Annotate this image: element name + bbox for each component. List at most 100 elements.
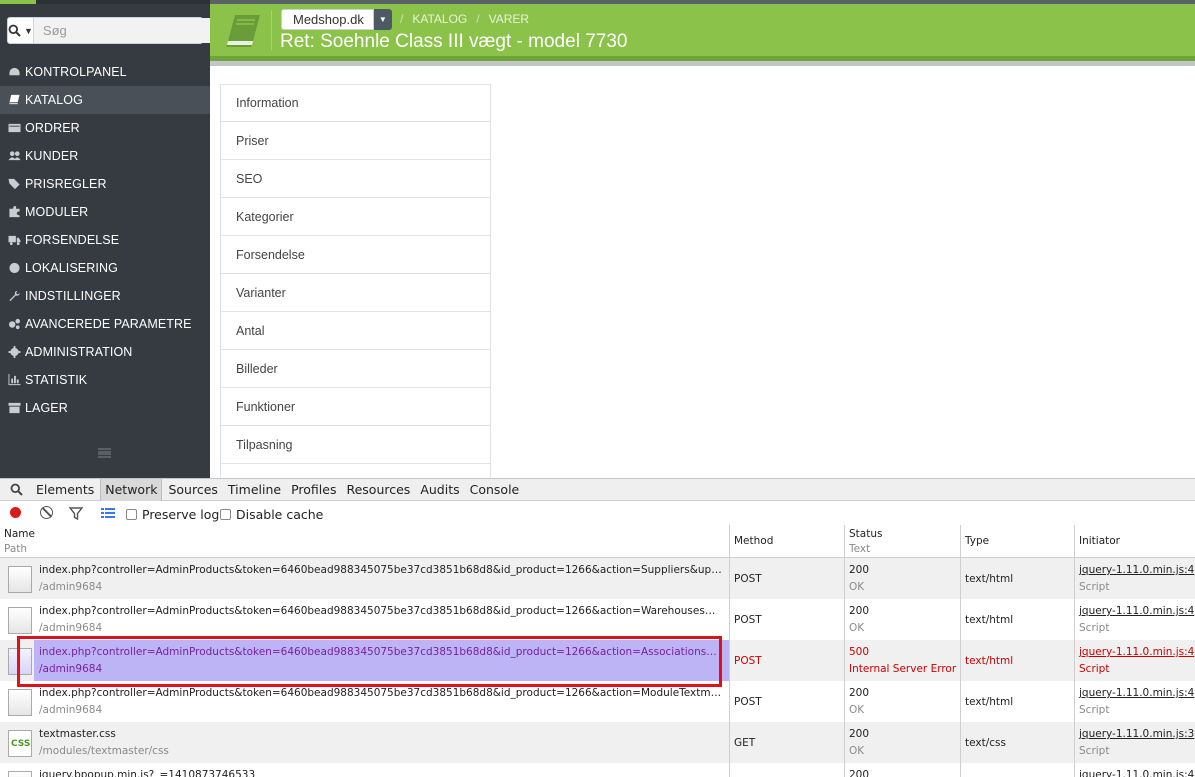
breadcrumb-item-katalog[interactable]: KATALOG: [412, 12, 467, 26]
product-tab-billeder[interactable]: Billeder: [221, 350, 490, 388]
request-name[interactable]: index.php?controller=AdminProducts&token…: [39, 687, 723, 699]
request-initiator-link[interactable]: jquery-1.11.0.min.js:4: [1079, 564, 1194, 576]
request-name[interactable]: index.php?controller=AdminProducts&token…: [39, 605, 723, 617]
preserve-log-checkbox[interactable]: Preserve log: [126, 507, 219, 522]
request-status: 200: [849, 564, 870, 576]
product-tab-kategorier[interactable]: Kategorier: [221, 198, 490, 236]
sidebar-item-prisregler[interactable]: PRISREGLER: [0, 170, 210, 198]
product-tab-antal[interactable]: Antal: [221, 312, 490, 350]
product-tab-information[interactable]: Information: [221, 85, 490, 122]
chevron-down-icon[interactable]: ▼: [373, 9, 392, 30]
request-initiator-link[interactable]: jquery-1.11.0.min.js:4: [1079, 605, 1194, 617]
request-initiator-link[interactable]: jquery-1.11.0.min.js:3: [1079, 728, 1194, 740]
col-type[interactable]: Type: [965, 535, 989, 547]
product-tab-tilpasning[interactable]: Tilpasning: [221, 426, 490, 464]
inspect-search-icon[interactable]: [4, 479, 28, 501]
globe-icon: [9, 262, 20, 274]
page-title: Ret: Soehnle Class III vægt - model 7730: [280, 31, 628, 52]
request-initiator-link[interactable]: jquery-1.11.0.min.js:4: [1079, 769, 1194, 777]
request-name[interactable]: textmaster.css: [39, 728, 723, 740]
sidebar-item-indstillinger[interactable]: INDSTILLINGER: [0, 282, 210, 310]
table-row[interactable]: index.php?controller=AdminProducts&token…: [0, 640, 1195, 681]
request-method: POST: [734, 655, 762, 667]
sidebar-item-forsendelse[interactable]: FORSENDELSE: [0, 226, 210, 254]
breadcrumb-item-varer[interactable]: VARER: [489, 12, 529, 26]
filter-icon[interactable]: [69, 507, 83, 520]
table-row[interactable]: CSS textmaster.css/modules/textmaster/css…: [0, 722, 1195, 763]
request-path: /admin9684: [39, 622, 103, 634]
sidebar-item-kunder[interactable]: KUNDER: [0, 142, 210, 170]
sidebar-item-moduler[interactable]: MODULER: [0, 198, 210, 226]
product-tab-forsendelse[interactable]: Forsendelse: [221, 236, 490, 274]
list-view-icon[interactable]: [101, 507, 115, 519]
sidebar-item-kontrolpanel[interactable]: KONTROLPANEL: [0, 58, 210, 86]
request-initiator-type: Script: [1079, 622, 1110, 634]
sidebar: ▼ KONTROLPANEL KATALOG ORDRER KUNDER PRISREG…: [0, 0, 219, 478]
request-status: 200: [849, 769, 870, 777]
sidebar-item-label: INDSTILLINGER: [25, 289, 121, 303]
table-row[interactable]: jquery.bpopup.min.js?_=1410873746533 200 j…: [0, 763, 1195, 777]
table-row[interactable]: index.php?controller=AdminProducts&token…: [0, 558, 1195, 599]
table-row[interactable]: index.php?controller=AdminProducts&token…: [0, 599, 1195, 640]
devtools-tab-network[interactable]: Network: [100, 478, 163, 501]
request-name[interactable]: index.php?controller=AdminProducts&token…: [39, 564, 723, 576]
request-status: 200: [849, 687, 870, 699]
col-name[interactable]: Name: [4, 528, 35, 540]
devtools-tab-sources[interactable]: Sources: [164, 479, 221, 501]
request-status-text: OK: [849, 704, 865, 716]
request-path: /admin9684: [39, 704, 103, 716]
app-window: ▼ KONTROLPANEL KATALOG ORDRER KUNDER PRISREG…: [0, 0, 1195, 777]
col-method[interactable]: Method: [734, 535, 773, 547]
col-path[interactable]: Path: [4, 543, 27, 555]
devtools-tab-profiles[interactable]: Profiles: [287, 479, 340, 501]
sidebar-item-katalog[interactable]: KATALOG: [0, 86, 210, 114]
request-type: text/html: [965, 655, 1014, 667]
sidebar-item-label: STATISTIK: [25, 373, 88, 387]
devtools-panel: Elements Network Sources Timeline Profiles Re…: [0, 478, 1195, 777]
devtools-tab-resources[interactable]: Resources: [342, 479, 414, 501]
clear-icon[interactable]: [40, 506, 53, 519]
devtools-tab-elements[interactable]: Elements: [32, 479, 98, 501]
sidebar-item-lokalisering[interactable]: LOKALISERING: [0, 254, 210, 282]
sidebar-item-avancerede-parametre[interactable]: AVANCEREDE PARAMETRE: [0, 310, 210, 338]
devtools-tab-timeline[interactable]: Timeline: [224, 479, 285, 501]
product-tab-funktioner[interactable]: Funktioner: [221, 388, 490, 426]
search-type-button[interactable]: ▼: [8, 18, 34, 43]
request-name[interactable]: jquery.bpopup.min.js?_=1410873746533: [39, 769, 723, 777]
dashboard-icon: [9, 67, 20, 76]
sidebar-topline: [0, 0, 210, 4]
sidebar-item-label: FORSENDELSE: [25, 233, 120, 247]
sidebar-item-label: KONTROLPANEL: [25, 65, 127, 79]
col-text[interactable]: Text: [849, 543, 870, 555]
shop-name[interactable]: Medshop.dk: [281, 9, 374, 30]
sidebar-item-statistik[interactable]: STATISTIK: [0, 366, 210, 394]
shop-selector[interactable]: Medshop.dk ▼: [281, 9, 392, 30]
sidebar-item-administration[interactable]: ADMINISTRATION: [0, 338, 210, 366]
menu-collapse-icon[interactable]: [98, 448, 111, 458]
col-status[interactable]: Status: [849, 528, 882, 540]
product-tab-seo[interactable]: SEO: [221, 160, 490, 198]
request-status: 500: [849, 646, 870, 658]
breadcrumb: / KATALOG / VARER: [400, 12, 530, 26]
product-tab-priser[interactable]: Priser: [221, 122, 490, 160]
request-method: POST: [734, 573, 762, 585]
sidebar-item-lager[interactable]: LAGER: [0, 394, 210, 422]
request-name[interactable]: index.php?controller=AdminProducts&token…: [39, 646, 723, 658]
record-icon[interactable]: [10, 507, 21, 518]
sidebar-item-ordrer[interactable]: ORDRER: [0, 114, 210, 142]
table-row[interactable]: index.php?controller=AdminProducts&token…: [0, 681, 1195, 722]
request-path: /admin9684: [39, 581, 103, 593]
bar-chart-icon: [8, 374, 21, 386]
document-file-icon: [8, 607, 32, 634]
request-path: /admin9684: [39, 663, 103, 675]
search-input[interactable]: [33, 18, 219, 43]
request-status: 200: [849, 728, 870, 740]
devtools-tab-audits[interactable]: Audits: [416, 479, 463, 501]
product-tab-varianter[interactable]: Varianter: [221, 274, 490, 312]
col-initiator[interactable]: Initiator: [1079, 535, 1120, 547]
request-initiator-link[interactable]: jquery-1.11.0.min.js:4: [1079, 687, 1194, 699]
devtools-tab-console[interactable]: Console: [466, 479, 524, 501]
disable-cache-checkbox[interactable]: Disable cache: [220, 507, 323, 522]
request-initiator-link[interactable]: jquery-1.11.0.min.js:4: [1079, 646, 1194, 658]
request-status-text: OK: [849, 622, 865, 634]
